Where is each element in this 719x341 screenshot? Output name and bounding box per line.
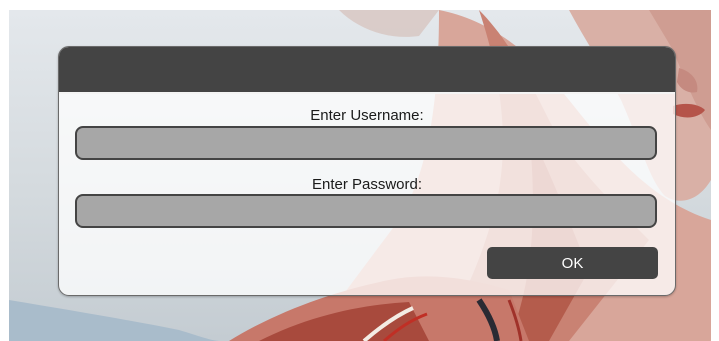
password-input[interactable]: [75, 194, 657, 228]
username-label: Enter Username:: [310, 107, 424, 124]
username-input[interactable]: [75, 126, 657, 160]
password-label: Enter Password:: [311, 176, 423, 193]
dialog-header: [59, 47, 675, 92]
ok-button[interactable]: OK: [487, 247, 658, 279]
dialog-divider: [59, 92, 675, 94]
login-dialog: Enter Username: Enter Password: OK: [58, 46, 676, 296]
